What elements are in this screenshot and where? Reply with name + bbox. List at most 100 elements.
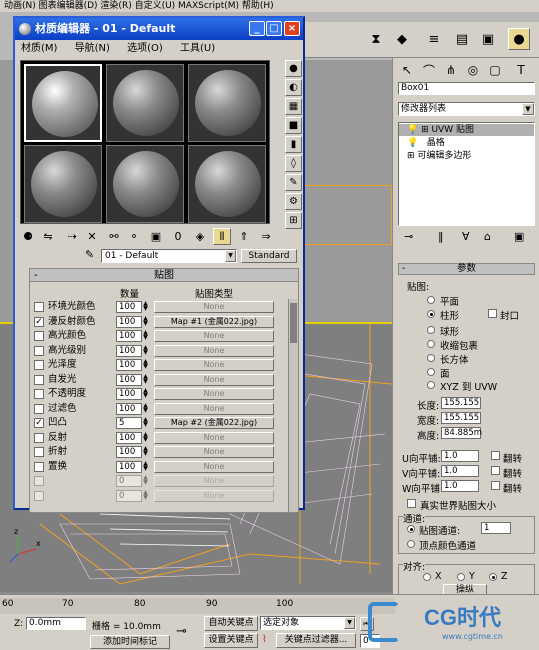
- go-to-parent-icon[interactable]: ⇑: [235, 228, 253, 245]
- real-world-checkbox[interactable]: [407, 499, 416, 508]
- map-slot-button[interactable]: None: [154, 373, 274, 386]
- map-amount-spinner[interactable]: ▲ ▼: [142, 359, 149, 371]
- radio-vertex-channel[interactable]: [407, 540, 415, 548]
- map-enable-checkbox[interactable]: ✓: [34, 316, 44, 327]
- add-time-tag-button[interactable]: 添加时间标记: [90, 635, 170, 649]
- chevron-down-icon[interactable]: ▼: [522, 103, 534, 115]
- stack-item-uvw[interactable]: 💡 ⊞ UVW 贴图: [399, 124, 534, 136]
- map-enable-checkbox[interactable]: [34, 345, 44, 356]
- map-amount-field[interactable]: 0: [116, 489, 142, 502]
- map-amount-field[interactable]: 100: [116, 446, 142, 458]
- stack-item-poly[interactable]: ⊞ 可编辑多边形: [399, 150, 534, 162]
- put-to-scene-icon[interactable]: ⇋: [39, 228, 57, 245]
- map-slot-button[interactable]: None: [154, 446, 274, 458]
- backlight-icon[interactable]: ◐: [285, 79, 302, 96]
- map-amount-field[interactable]: 100: [116, 315, 142, 328]
- material-effects-icon[interactable]: 0: [169, 228, 187, 245]
- modifier-list-dropdown[interactable]: 修改器列表 ▼: [398, 102, 535, 116]
- align-icon[interactable]: ◆: [391, 28, 413, 50]
- material-editor-window[interactable]: 材质编辑器 - 01 - Default _ □ × 材质(M) 导航(N) 选…: [13, 16, 305, 513]
- radio-align-z[interactable]: [489, 573, 497, 581]
- map-enable-checkbox[interactable]: [34, 403, 44, 414]
- map-amount-field[interactable]: 100: [116, 388, 142, 400]
- radio-shrinkwrap[interactable]: [427, 340, 435, 348]
- map-amount-spinner[interactable]: ▲ ▼: [142, 446, 149, 458]
- map-slot-button[interactable]: None: [154, 344, 274, 357]
- map-enable-checkbox[interactable]: [34, 389, 44, 399]
- auto-key-button[interactable]: 自动关键点: [204, 616, 258, 631]
- radio-map-channel[interactable]: [407, 525, 415, 533]
- v-flip-checkbox[interactable]: [491, 466, 500, 475]
- map-enable-checkbox[interactable]: [34, 490, 44, 501]
- map-amount-field[interactable]: 100: [116, 460, 142, 473]
- make-unique-icon[interactable]: ∀: [462, 230, 470, 243]
- layers-icon[interactable]: ≡: [423, 28, 445, 50]
- assign-material-icon[interactable]: ⇢: [63, 228, 81, 245]
- menu-options[interactable]: 选项(O): [127, 43, 163, 54]
- map-amount-spinner[interactable]: ▲ ▼: [142, 460, 149, 473]
- pick-material-icon[interactable]: ✎: [85, 248, 94, 261]
- curve-editor-icon[interactable]: ▤: [451, 28, 473, 50]
- map-amount-spinner[interactable]: ▲ ▼: [142, 489, 149, 502]
- show-map-icon[interactable]: ◈: [191, 228, 209, 245]
- make-unique-icon[interactable]: ⚬: [125, 228, 143, 245]
- map-enable-checkbox[interactable]: [34, 331, 44, 341]
- map-enable-checkbox[interactable]: ✓: [34, 418, 44, 428]
- object-name-field[interactable]: Box01: [398, 82, 535, 95]
- map-amount-field[interactable]: 100: [116, 330, 142, 342]
- map-amount-spinner[interactable]: ▲ ▼: [142, 301, 149, 313]
- remove-modifier-icon[interactable]: ⌂: [484, 230, 491, 243]
- menu-navigation[interactable]: 导航(N): [75, 43, 110, 54]
- close-button[interactable]: ×: [284, 21, 300, 36]
- map-enable-checkbox[interactable]: [34, 432, 44, 443]
- create-tab-icon[interactable]: ↖: [397, 60, 417, 80]
- maps-rollout-header[interactable]: - 贴图: [30, 269, 298, 282]
- hierarchy-tab-icon[interactable]: ⋔: [441, 60, 461, 80]
- get-material-icon[interactable]: ⚈: [19, 228, 37, 245]
- radio-face[interactable]: [427, 368, 435, 376]
- map-amount-spinner[interactable]: ▲ ▼: [142, 344, 149, 357]
- map-slot-button[interactable]: None: [154, 475, 274, 487]
- background-icon[interactable]: ▦: [285, 98, 302, 115]
- map-enable-checkbox[interactable]: [34, 461, 44, 472]
- map-slot-button[interactable]: Map #1 (金属022.jpg): [154, 315, 274, 328]
- width-field[interactable]: 155.155: [441, 412, 481, 424]
- material-type-button[interactable]: Standard: [241, 249, 297, 263]
- radio-align-y[interactable]: [457, 573, 465, 581]
- radio-align-x[interactable]: [423, 573, 431, 581]
- put-to-library-icon[interactable]: ▣: [147, 228, 165, 245]
- sample-slot-2[interactable]: [106, 64, 184, 142]
- map-amount-field[interactable]: 100: [116, 402, 142, 415]
- map-amount-field[interactable]: 100: [116, 359, 142, 371]
- key-filters-button[interactable]: 关键点过滤器...: [276, 633, 356, 648]
- map-channel-field[interactable]: 1: [481, 522, 511, 534]
- radio-planar[interactable]: [427, 296, 435, 304]
- timeline-ruler[interactable]: 60 70 80 90 100: [0, 598, 395, 614]
- show-end-result-icon[interactable]: ‖: [438, 230, 444, 243]
- sample-slot-6[interactable]: [188, 145, 266, 223]
- schematic-icon[interactable]: ▣: [477, 28, 499, 50]
- rollout-scrollbar[interactable]: [288, 299, 298, 512]
- key-mode-dropdown[interactable]: 选定对象 ▼: [260, 616, 356, 630]
- u-tile-field[interactable]: 1.0: [441, 450, 479, 462]
- map-enable-checkbox[interactable]: [34, 447, 44, 457]
- map-slot-button[interactable]: None: [154, 460, 274, 473]
- pin-stack-icon[interactable]: ⊸: [404, 230, 413, 243]
- mirror-icon[interactable]: ⧗: [365, 28, 387, 50]
- menu-utilities[interactable]: 工具(U): [180, 43, 215, 54]
- radio-spherical[interactable]: [427, 326, 435, 334]
- z-coordinate-field[interactable]: 0.0mm: [26, 617, 86, 630]
- w-flip-checkbox[interactable]: [491, 481, 500, 490]
- map-amount-spinner[interactable]: ▲ ▼: [142, 315, 149, 328]
- utilities-tab-icon[interactable]: T: [511, 60, 531, 80]
- map-slot-button[interactable]: None: [154, 330, 274, 342]
- sample-slot-4[interactable]: [24, 145, 102, 223]
- map-enable-checkbox[interactable]: [34, 360, 44, 370]
- radio-box[interactable]: [427, 354, 435, 362]
- map-slot-button[interactable]: None: [154, 402, 274, 415]
- map-amount-field[interactable]: 100: [116, 431, 142, 444]
- make-preview-icon[interactable]: ◊: [285, 155, 302, 172]
- map-slot-button[interactable]: None: [154, 359, 274, 371]
- material-editor-icon[interactable]: ●: [508, 28, 530, 50]
- display-tab-icon[interactable]: ▢: [485, 60, 505, 80]
